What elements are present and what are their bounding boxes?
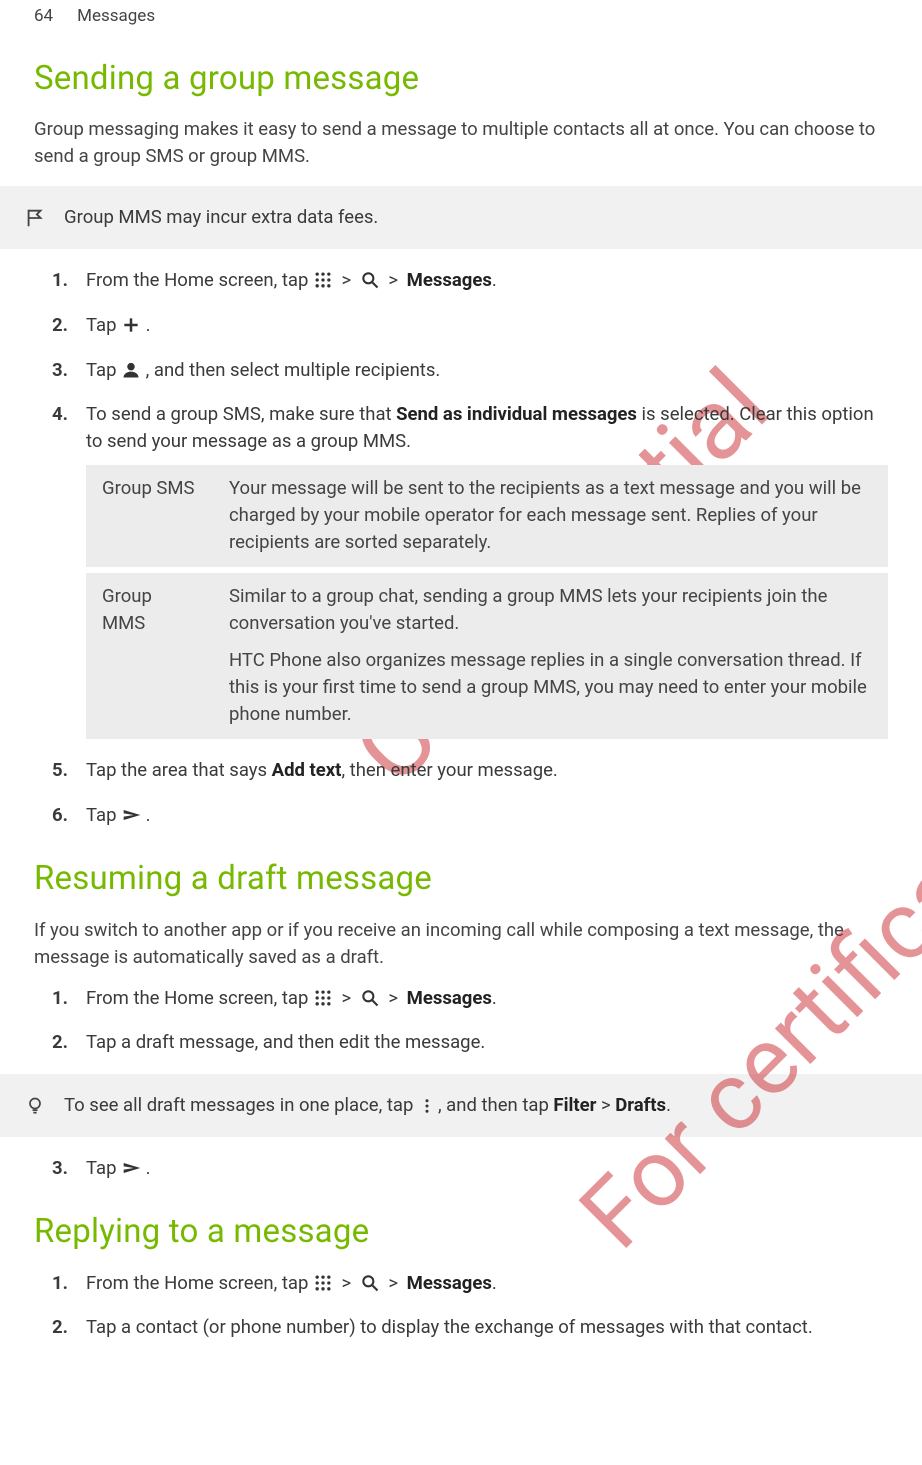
page-header: 64 Messages: [0, 0, 922, 29]
section-title: Replying to a message: [34, 1208, 888, 1256]
info-box: Group MMS may incur extra data fees.: [0, 186, 922, 249]
table-term: Group SMS: [86, 465, 213, 570]
contact-icon: [121, 360, 141, 380]
plus-icon: [121, 315, 141, 335]
chevron: >: [342, 1272, 356, 1294]
search-icon: [360, 270, 380, 290]
step-text: Tap the area that says: [86, 759, 272, 781]
lightbulb-icon: [24, 1095, 46, 1117]
step-item: From the Home screen, tap > > Messages.: [86, 267, 888, 294]
drafts-label: Drafts: [615, 1094, 666, 1116]
tip-segment: , and then tap: [438, 1094, 553, 1116]
messages-label: Messages: [407, 269, 492, 291]
step-text: To send a group SMS, make sure that: [86, 403, 396, 425]
steps-list: Tap .: [34, 1155, 888, 1182]
page-section: Messages: [77, 4, 155, 29]
step-text: Tap a draft message, and then edit the m…: [86, 1031, 485, 1053]
apps-grid-icon: [313, 270, 333, 290]
step-text: From the Home screen, tap: [86, 1272, 313, 1294]
send-individual-label: Send as individual messages: [396, 403, 637, 425]
steps-list: From the Home screen, tap > > Messages. …: [34, 985, 888, 1057]
step-text: .: [492, 269, 497, 291]
step-text: .: [146, 1157, 151, 1179]
intro-text: Group messaging makes it easy to send a …: [34, 116, 888, 170]
steps-list: From the Home screen, tap > > Messages. …: [34, 267, 888, 829]
step-item: Tap , and then select multiple recipient…: [86, 357, 888, 384]
step-text: Tap a contact (or phone number) to displ…: [86, 1316, 813, 1338]
section-title: Sending a group message: [34, 55, 888, 103]
table-desc-p: Similar to a group chat, sending a group…: [229, 583, 872, 637]
search-icon: [360, 988, 380, 1008]
table-desc-p: HTC Phone also organizes message replies…: [229, 647, 872, 727]
step-item: From the Home screen, tap > > Messages.: [86, 985, 888, 1012]
chevron: >: [342, 987, 356, 1009]
steps-list: From the Home screen, tap > > Messages. …: [34, 1270, 888, 1342]
chevron: >: [388, 1272, 402, 1294]
step-text: , then enter your message.: [341, 759, 557, 781]
step-text: , and then select multiple recipients.: [146, 359, 441, 381]
table-row: Group SMS Your message will be sent to t…: [86, 465, 888, 570]
send-icon: [121, 1158, 141, 1178]
messages-label: Messages: [407, 1272, 492, 1294]
step-text: Tap: [86, 359, 121, 381]
tip-segment: .: [666, 1094, 671, 1116]
step-text: .: [146, 804, 151, 826]
info-text: Group MMS may incur extra data fees.: [64, 204, 378, 231]
step-item: To send a group SMS, make sure that Send…: [86, 401, 888, 739]
search-icon: [360, 1273, 380, 1293]
step-item: Tap a draft message, and then edit the m…: [86, 1029, 888, 1056]
chevron: >: [388, 987, 402, 1009]
flag-icon: [24, 207, 46, 229]
step-item: Tap the area that says Add text, then en…: [86, 757, 888, 784]
step-item: From the Home screen, tap > > Messages.: [86, 1270, 888, 1297]
chevron: >: [342, 269, 356, 291]
filter-label: Filter: [553, 1094, 596, 1116]
table-desc: Similar to a group chat, sending a group…: [213, 570, 888, 739]
tip-text: To see all draft messages in one place, …: [64, 1092, 671, 1119]
table-desc: Your message will be sent to the recipie…: [213, 465, 888, 570]
step-item: Tap .: [86, 802, 888, 829]
step-text: .: [492, 987, 497, 1009]
send-icon: [121, 805, 141, 825]
step-item: Tap a contact (or phone number) to displ…: [86, 1314, 888, 1341]
tip-box: To see all draft messages in one place, …: [0, 1074, 922, 1137]
overflow-menu-icon: [418, 1096, 438, 1116]
table-term: Group MMS: [86, 570, 213, 739]
apps-grid-icon: [313, 988, 333, 1008]
intro-text: If you switch to another app or if you r…: [34, 917, 888, 971]
apps-grid-icon: [313, 1273, 333, 1293]
group-table: Group SMS Your message will be sent to t…: [86, 465, 888, 740]
step-text: From the Home screen, tap: [86, 987, 313, 1009]
step-text: From the Home screen, tap: [86, 269, 313, 291]
tip-segment: >: [596, 1094, 615, 1116]
step-item: Tap .: [86, 1155, 888, 1182]
page-number: 64: [34, 4, 53, 29]
section-title: Resuming a draft message: [34, 855, 888, 903]
messages-label: Messages: [407, 987, 492, 1009]
step-text: .: [146, 314, 151, 336]
step-text: Tap: [86, 1157, 121, 1179]
chevron: >: [388, 269, 402, 291]
table-row: Group MMS Similar to a group chat, sendi…: [86, 570, 888, 739]
step-text: .: [492, 1272, 497, 1294]
step-text: Tap: [86, 804, 121, 826]
step-item: Tap .: [86, 312, 888, 339]
tip-segment: To see all draft messages in one place, …: [64, 1094, 418, 1116]
add-text-label: Add text: [272, 759, 342, 781]
step-text: Tap: [86, 314, 121, 336]
